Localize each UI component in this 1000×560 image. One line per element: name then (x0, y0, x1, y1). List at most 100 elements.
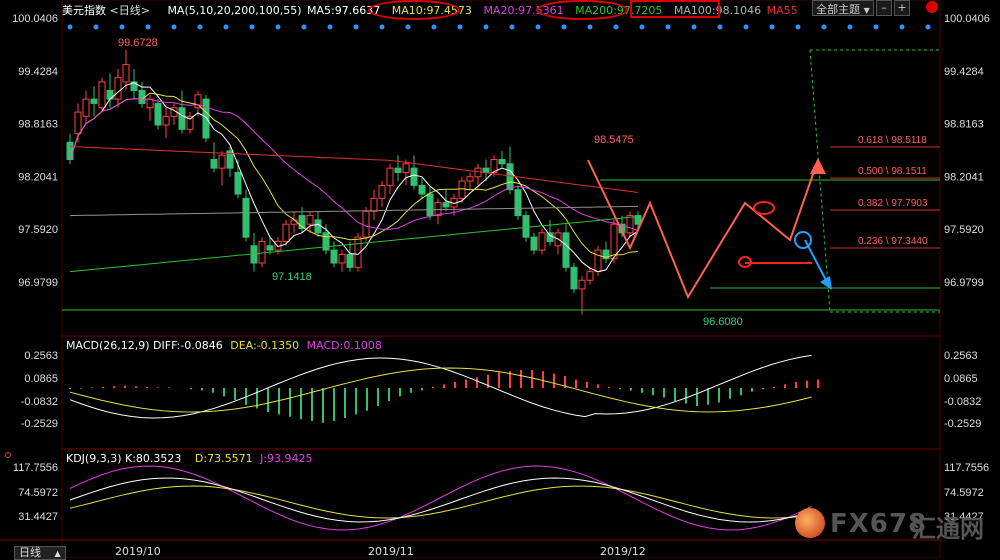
fib-level-label: 0.500 \ 98.1511 (858, 166, 927, 177)
macd-params: MACD(26,12,9) (66, 339, 150, 352)
high-label-1: 99.6728 (118, 37, 158, 49)
event-marker-dot (145, 24, 151, 30)
candle-body (146, 98, 154, 109)
candle-body (122, 64, 130, 83)
event-marker-dot (899, 24, 905, 30)
indicator-dot (5, 452, 11, 458)
ma200-line (69, 216, 639, 273)
kdj-j: J:93.9425 (260, 452, 313, 465)
minus-icon[interactable]: – (876, 0, 892, 16)
right-price-tick: 100.0406 (944, 13, 990, 25)
fib-level-label: 0.382 \ 97.7903 (858, 198, 928, 209)
event-marker-dot (327, 24, 333, 30)
close-icon[interactable] (926, 1, 938, 13)
candle-body (514, 189, 522, 217)
event-marker-dot (301, 24, 307, 30)
event-marker-dot (353, 24, 359, 30)
candle-body (346, 253, 354, 268)
event-marker-dot (275, 24, 281, 30)
highlight-circle-blue (794, 231, 812, 249)
left-price-tick: 97.5920 (18, 224, 58, 236)
candle-body (570, 266, 578, 290)
candle-body (178, 107, 186, 130)
candle-body (538, 232, 546, 251)
left-macd-tick: 0.2563 (24, 350, 58, 362)
event-marker-dot (379, 24, 385, 30)
right-macd-tick: 0.2563 (944, 350, 978, 362)
event-marker-dot (925, 24, 931, 30)
event-marker-dot (561, 24, 567, 30)
theme-label: 全部主题 (816, 3, 861, 16)
event-marker-dot (197, 24, 203, 30)
theme-dropdown[interactable]: 全部主题 ▼ (812, 0, 874, 16)
candle-body (210, 159, 218, 169)
macd-dea-line (69, 367, 812, 413)
kdj-d-line (69, 485, 812, 519)
left-kdj-tick: 31.4427 (18, 511, 58, 523)
candle-body (154, 102, 162, 126)
fib-level-label: 0.618 \ 98.5118 (858, 135, 927, 146)
highlight-circle-red-top (753, 201, 775, 215)
candle-body (90, 98, 98, 104)
event-marker-dot (769, 24, 775, 30)
candle-body (402, 163, 410, 173)
event-marker-dot (171, 24, 177, 30)
candle-body (74, 111, 82, 135)
left-macd-tick: 0.0865 (24, 373, 58, 385)
event-marker-dot (587, 24, 593, 30)
candle-body (458, 180, 466, 199)
kdj-k-line (69, 477, 812, 523)
candle-body (218, 154, 226, 169)
candle-body (426, 193, 434, 217)
right-macd-tick: 0.0865 (944, 373, 978, 385)
high-label-2: 98.5475 (594, 134, 634, 146)
ma100-line (69, 205, 639, 217)
right-price-tick: 97.5920 (944, 224, 984, 236)
candle-body (546, 232, 554, 242)
candle-body (522, 215, 530, 238)
event-marker-dot (249, 24, 255, 30)
date-label-dec: 2019/12 (600, 545, 646, 558)
kdj-d: D:73.5571 (194, 452, 253, 465)
triangle-up-icon: ▲ (54, 549, 61, 558)
event-marker-dot (457, 24, 463, 30)
chevron-down-icon: ▼ (863, 6, 870, 15)
candle-body (562, 232, 570, 268)
candle-body (578, 279, 586, 290)
candle-body (442, 202, 450, 208)
event-marker-dot (743, 24, 749, 30)
macd-header: MACD(26,12,9) DIFF:-0.0846 DEA:-0.1350 M… (66, 339, 382, 352)
kdj-header: KDJ(9,3,3) K:80.3523 D:73.5571 J:93.9425 (66, 452, 313, 465)
event-marker-dot (691, 24, 697, 30)
plus-icon[interactable]: + (894, 0, 910, 16)
event-marker-dot (847, 24, 853, 30)
left-macd-tick: -0.0832 (21, 396, 58, 408)
period-label[interactable]: <日线> (110, 4, 150, 17)
candle-body (586, 271, 594, 281)
left-macd-tick: -0.2529 (21, 418, 58, 430)
left-price-tick: 99.4284 (18, 66, 58, 78)
ma-params: MA(5,10,20,200,100,55) (167, 4, 302, 17)
candle-body (394, 167, 402, 173)
price-chart-canvas[interactable]: 100.0406 100.0406 99.4284 99.4284 98.8163 98.… (0, 0, 1000, 558)
right-price-tick: 98.2041 (944, 171, 984, 183)
instrument-name: 美元指数 (62, 4, 106, 17)
candle-body (82, 98, 90, 117)
event-marker-dot (483, 24, 489, 30)
left-price-tick: 98.2041 (18, 171, 58, 183)
right-macd-tick: -0.2529 (944, 418, 981, 430)
candle-body (410, 167, 418, 186)
candle-body (282, 223, 290, 242)
candle-body (66, 141, 74, 161)
candle-body (194, 94, 202, 109)
candle-body (314, 219, 322, 234)
kdj-params: KDJ(9,3,3) (66, 452, 122, 465)
event-marker-dot (119, 24, 125, 30)
candle-body (362, 210, 370, 238)
candle-body (498, 159, 506, 165)
event-marker-dot (665, 24, 671, 30)
candle-body (202, 98, 210, 139)
candle-body (386, 167, 394, 186)
candle-body (594, 249, 602, 273)
macd-value: MACD:0.1008 (306, 339, 382, 352)
